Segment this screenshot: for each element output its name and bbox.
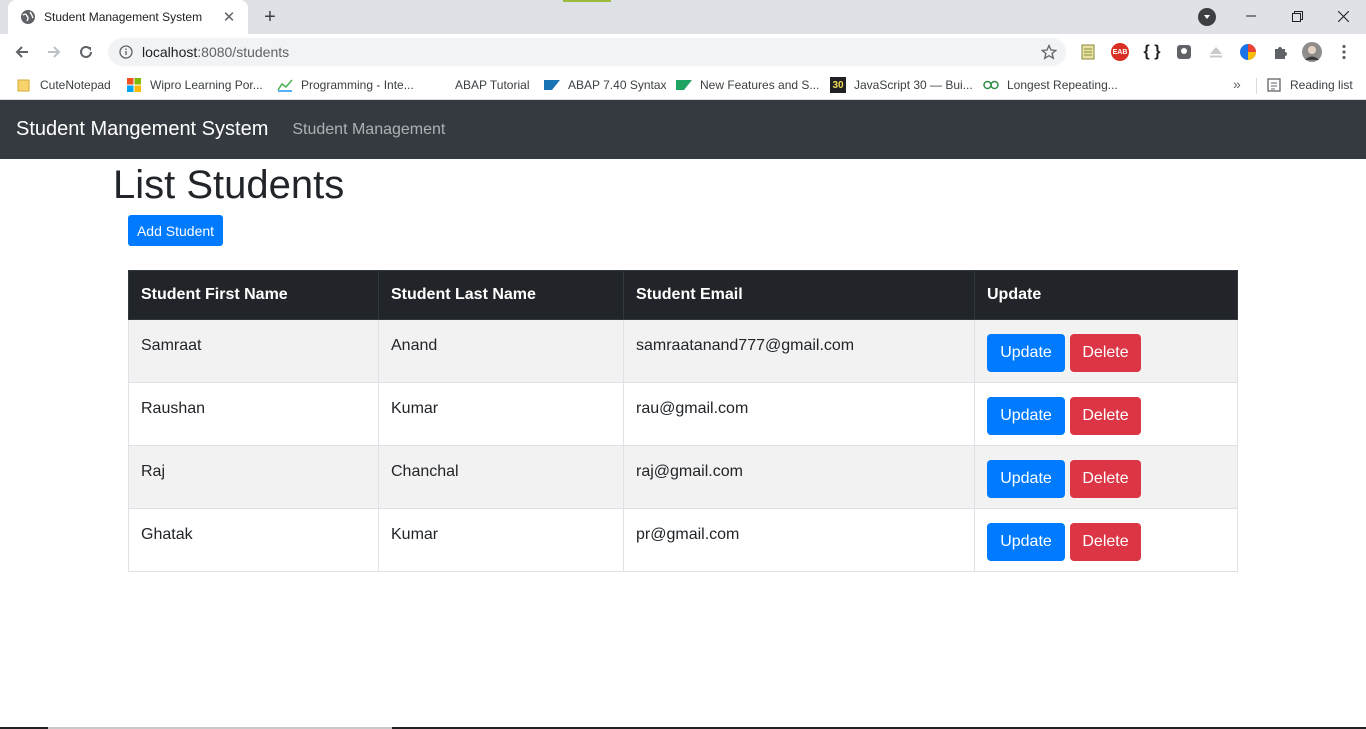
blank-icon [431, 77, 447, 93]
windows-logo-icon [126, 77, 142, 93]
navbar-brand[interactable]: Student Mangement System [16, 118, 268, 141]
first-name-cell: Samraat [128, 319, 379, 383]
forward-arrow-icon[interactable] [42, 40, 66, 64]
tab-search-icon[interactable] [1198, 8, 1216, 26]
globe-icon [20, 9, 36, 25]
first-name-cell: Raushan [128, 382, 379, 446]
back-arrow-icon[interactable] [10, 40, 34, 64]
table-row: Raj Chanchal raj@gmail.com Update Delete [128, 445, 1238, 509]
actions-cell: Update Delete [974, 508, 1238, 572]
avatar[interactable] [1302, 42, 1322, 62]
app-navbar: Student Mangement System Student Managem… [0, 100, 1366, 159]
browser-toolbar: localhost:8080/students EAB { } [0, 34, 1366, 70]
sap-icon [676, 77, 692, 93]
bookmark-item[interactable]: CuteNotepad [16, 76, 111, 94]
url-text: localhost:8080/students [142, 44, 290, 60]
sap-icon [544, 77, 560, 93]
column-header-first-name: Student First Name [128, 270, 379, 320]
tab-strip-accent [563, 0, 611, 2]
bookmark-item[interactable]: New Features and S... [676, 76, 819, 94]
update-button[interactable]: Update [987, 397, 1065, 435]
new-tab-plus-icon[interactable]: + [258, 6, 282, 28]
bookmarks-bar: CuteNotepad Wipro Learning Por... Progra… [0, 70, 1366, 100]
bookmark-item[interactable]: ABAP 7.40 Syntax [544, 76, 667, 94]
kebab-menu-icon[interactable] [1334, 42, 1354, 62]
color-picker-extension-icon[interactable] [1238, 42, 1258, 62]
delete-button[interactable]: Delete [1070, 334, 1141, 372]
update-button[interactable]: Update [987, 523, 1065, 561]
bookmark-item[interactable]: Longest Repeating... [983, 76, 1118, 94]
actions-cell: Update Delete [974, 445, 1238, 509]
column-header-last-name: Student Last Name [378, 270, 624, 320]
bookmark-item[interactable]: Programming - Inte... [277, 76, 414, 94]
column-header-update: Update [974, 270, 1238, 320]
more-bookmarks-chevron-icon[interactable]: » [1233, 76, 1241, 92]
update-button[interactable]: Update [987, 334, 1065, 372]
json-extension-icon[interactable]: { } [1142, 42, 1162, 62]
email-cell: samraatanand777@gmail.com [623, 319, 975, 383]
nav-link-student-management[interactable]: Student Management [292, 121, 445, 139]
bookmark-item[interactable]: 30 JavaScript 30 — Bui... [830, 76, 973, 94]
close-icon[interactable]: ✕ [220, 8, 238, 26]
restore-icon[interactable] [1274, 0, 1320, 32]
tab-title: Student Management System [44, 10, 203, 24]
add-student-button[interactable]: Add Student [128, 215, 223, 246]
delete-button[interactable]: Delete [1070, 397, 1141, 435]
eab-extension-icon[interactable]: EAB [1110, 42, 1130, 62]
column-header-email: Student Email [623, 270, 975, 320]
window-close-icon[interactable] [1320, 0, 1366, 32]
last-name-cell: Kumar [378, 382, 624, 446]
table-row: Samraat Anand samraatanand777@gmail.com … [128, 319, 1238, 383]
puzzle-extensions-icon[interactable] [1270, 42, 1290, 62]
last-name-cell: Anand [378, 319, 624, 383]
email-cell: pr@gmail.com [623, 508, 975, 572]
update-button[interactable]: Update [987, 460, 1065, 498]
first-name-cell: Ghatak [128, 508, 379, 572]
address-bar[interactable]: localhost:8080/students [108, 38, 1066, 66]
gfg-icon [983, 77, 999, 93]
first-name-cell: Raj [128, 445, 379, 509]
table-row: Raushan Kumar rau@gmail.com Update Delete [128, 382, 1238, 446]
notepad-extension-icon[interactable] [1078, 42, 1098, 62]
reload-icon[interactable] [74, 40, 98, 64]
eject-extension-icon[interactable] [1206, 42, 1226, 62]
js30-icon: 30 [830, 77, 846, 93]
actions-cell: Update Delete [974, 319, 1238, 383]
folder-icon [16, 77, 32, 93]
info-icon[interactable] [118, 44, 134, 60]
actions-cell: Update Delete [974, 382, 1238, 446]
email-cell: raj@gmail.com [623, 445, 975, 509]
page-title: List Students [113, 163, 345, 207]
minimize-icon[interactable] [1228, 0, 1274, 32]
delete-button[interactable]: Delete [1070, 460, 1141, 498]
last-name-cell: Kumar [378, 508, 624, 572]
chart-icon [277, 77, 293, 93]
bookmark-divider [1256, 78, 1257, 94]
students-table: Student First Name Student Last Name Stu… [128, 270, 1238, 572]
browser-tab-strip: Student Management System ✕ + [0, 0, 1366, 34]
profile-card-extension-icon[interactable] [1174, 42, 1194, 62]
table-header-row: Student First Name Student Last Name Stu… [128, 270, 1238, 320]
table-row: Ghatak Kumar pr@gmail.com Update Delete [128, 508, 1238, 572]
bookmark-star-icon[interactable] [1040, 43, 1058, 61]
bookmark-item[interactable]: ABAP Tutorial [431, 76, 529, 94]
last-name-cell: Chanchal [378, 445, 624, 509]
reading-list-button[interactable]: Reading list [1266, 76, 1353, 94]
browser-tab[interactable]: Student Management System ✕ [8, 0, 248, 34]
email-cell: rau@gmail.com [623, 382, 975, 446]
bookmark-item[interactable]: Wipro Learning Por... [126, 76, 263, 94]
delete-button[interactable]: Delete [1070, 523, 1141, 561]
reading-list-icon [1266, 77, 1282, 93]
